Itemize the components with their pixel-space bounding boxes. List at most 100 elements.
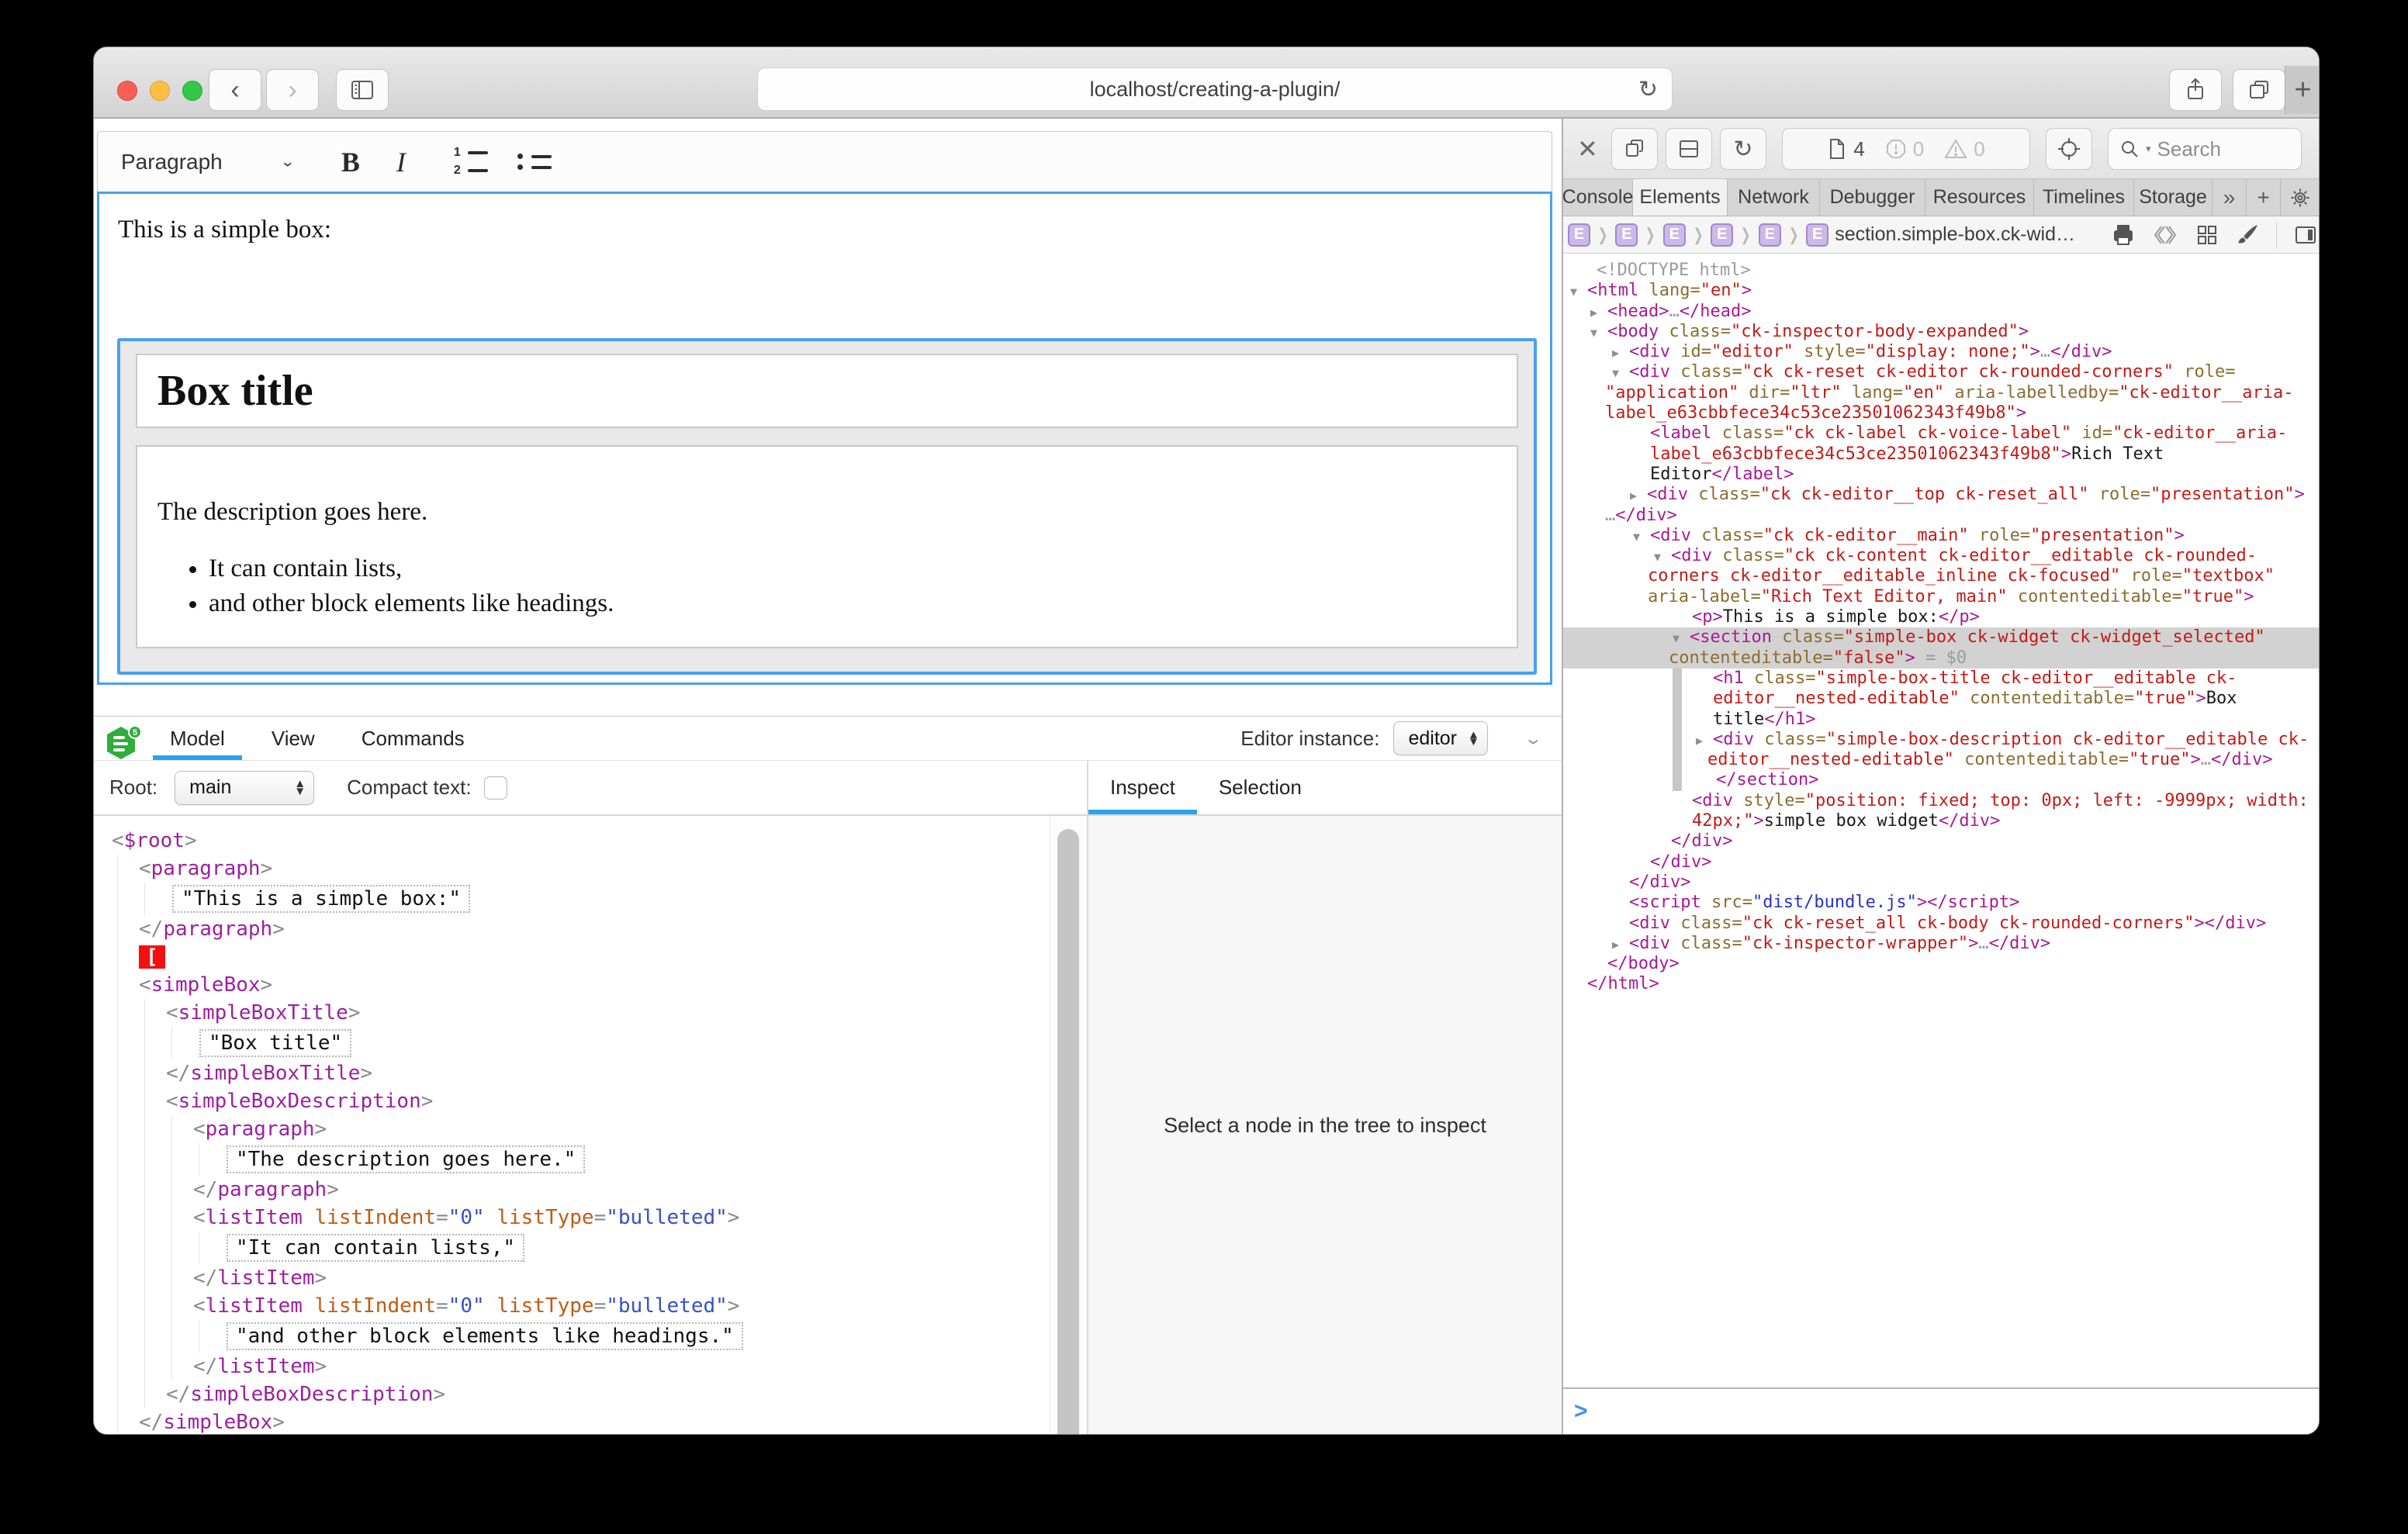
chevron-down-icon[interactable]: ⌄ xyxy=(280,153,296,171)
model-selection-marker[interactable]: [ xyxy=(94,943,1050,971)
collapse-node-icon[interactable]: ▼ xyxy=(1590,323,1597,343)
rich-text-editor[interactable]: This is a simple box: Box title The desc… xyxy=(97,192,1552,685)
model-tag-line[interactable]: </simpleBoxTitle> xyxy=(94,1059,1050,1087)
scrollbar-thumb[interactable] xyxy=(1057,829,1079,1435)
dom-line[interactable]: </div> xyxy=(1563,852,2320,872)
tab-model[interactable]: Model xyxy=(153,717,242,760)
box-description-text[interactable]: The description goes here. xyxy=(157,498,1496,527)
tab-resources[interactable]: Resources xyxy=(1925,179,2034,216)
paragraph-dropdown[interactable]: Paragraph xyxy=(121,150,223,174)
tab-storage[interactable]: Storage xyxy=(2134,179,2213,216)
model-text-node[interactable]: "Box title" xyxy=(94,1027,1050,1059)
dom-line[interactable]: </div> xyxy=(1563,872,2320,893)
dom-line[interactable]: ▼<div class="ck ck-editor__main" role="p… xyxy=(1563,526,2320,546)
tab-debugger[interactable]: Debugger xyxy=(1820,179,1925,216)
new-tab-button[interactable]: + xyxy=(2285,66,2320,114)
dom-line[interactable]: ▶<div class="ck-inspector-wrapper">…</di… xyxy=(1563,934,2320,954)
model-tag-line[interactable]: <$root> xyxy=(94,827,1050,855)
dom-line[interactable]: ▶<div class="simple-box-description ck-e… xyxy=(1563,730,2320,750)
model-tag-line[interactable]: <simpleBoxTitle> xyxy=(94,999,1050,1027)
dom-line[interactable]: ▶<head>…</head> xyxy=(1563,302,2320,322)
dom-line[interactable]: ▼<section class="simple-box ck-widget ck… xyxy=(1563,627,2320,648)
address-bar[interactable]: localhost/creating-a-plugin/ ↻ xyxy=(757,67,1673,111)
dock-bottom-button[interactable] xyxy=(1666,128,1712,170)
model-tag-line[interactable]: <listItem listIndent="0" listType="bulle… xyxy=(94,1292,1050,1320)
dom-line[interactable]: ▼<body class="ck-inspector-body-expanded… xyxy=(1563,322,2320,342)
model-tag-line[interactable]: <simpleBoxDescription> xyxy=(94,1087,1050,1115)
dom-line[interactable]: <label class="ck ck-label ck-voice-label… xyxy=(1563,423,2320,444)
more-tabs-icon[interactable]: » xyxy=(2213,179,2247,216)
element-badge[interactable]: E xyxy=(1663,223,1686,247)
model-tag-line[interactable]: <listItem listIndent="0" listType="bulle… xyxy=(94,1204,1050,1232)
model-tag-line[interactable]: </listItem> xyxy=(94,1264,1050,1292)
dom-line[interactable]: label_e63cbbfece34c53ce23501062343f49b8"… xyxy=(1563,403,2320,423)
breadcrumb-current[interactable]: section.simple-box.ck-wid… xyxy=(1835,223,2075,246)
minimize-window-button[interactable] xyxy=(150,81,170,101)
warning-count[interactable]: 0 xyxy=(1944,137,1984,161)
model-text-node[interactable]: "The description goes here." xyxy=(94,1143,1050,1176)
model-tag-line[interactable]: <paragraph> xyxy=(94,1115,1050,1143)
dom-line[interactable]: </body> xyxy=(1563,954,2320,974)
styles-brush-icon[interactable] xyxy=(2236,223,2259,247)
page-reload-icon[interactable]: ↻ xyxy=(1638,76,1658,103)
dock-side-button[interactable] xyxy=(1611,128,1658,170)
model-tag-line[interactable]: <paragraph> xyxy=(94,855,1050,883)
sidebar-button[interactable] xyxy=(336,69,389,111)
dom-line[interactable]: contenteditable="false"> = $0 xyxy=(1563,648,2320,669)
collapse-node-icon[interactable]: ▼ xyxy=(1673,628,1680,648)
dom-line[interactable]: <div style="position: fixed; top: 0px; l… xyxy=(1563,791,2320,811)
model-tree-scrollbar[interactable] xyxy=(1050,816,1087,1435)
share-button[interactable] xyxy=(2169,69,2222,111)
editor-instance-select[interactable]: editor ▲▼ xyxy=(1393,721,1487,755)
tab-network[interactable]: Network xyxy=(1728,179,1820,216)
dom-line[interactable]: label_e63cbbfece34c53ce23501062343f49b8"… xyxy=(1563,444,2320,465)
add-tab-icon[interactable]: + xyxy=(2247,179,2281,216)
dom-line[interactable]: </div> xyxy=(1563,831,2320,852)
dom-line[interactable]: </section> xyxy=(1563,770,2320,790)
collapse-node-icon[interactable]: ▼ xyxy=(1570,282,1577,302)
collapse-inspector-icon[interactable]: ⌄ xyxy=(1524,728,1543,748)
grid-view-icon[interactable] xyxy=(2195,223,2219,247)
compact-text-checkbox[interactable] xyxy=(484,776,507,800)
frames-issues-group[interactable]: 4 0 0 xyxy=(1782,128,2030,170)
details-sidebar-icon[interactable] xyxy=(2294,223,2317,247)
model-tag-line[interactable]: </simpleBox> xyxy=(94,1408,1050,1435)
dom-line[interactable]: </html> xyxy=(1563,974,2320,994)
bulleted-list-button[interactable] xyxy=(517,132,552,192)
simple-box-widget[interactable]: Box title The description goes here. It … xyxy=(117,338,1537,675)
dom-line[interactable]: "application" dir="ltr" lang="en" aria-l… xyxy=(1563,383,2320,403)
tab-inspect[interactable]: Inspect xyxy=(1088,761,1197,814)
maximize-window-button[interactable] xyxy=(182,81,202,101)
dom-line[interactable]: title</h1> xyxy=(1563,710,2320,730)
collapse-node-icon[interactable]: ▼ xyxy=(1633,527,1640,547)
tab-timelines[interactable]: Timelines xyxy=(2034,179,2134,216)
dom-line[interactable]: 42px;">simple box widget</div> xyxy=(1563,811,2320,831)
box-description-list[interactable]: It can contain lists,and other block ele… xyxy=(209,555,1496,618)
model-tag-line[interactable]: </paragraph> xyxy=(94,1176,1050,1204)
tab-commands[interactable]: Commands xyxy=(344,717,482,760)
dom-line[interactable]: editor__nested-editable" contenteditable… xyxy=(1563,689,2320,709)
model-tag-line[interactable]: </simpleBoxDescription> xyxy=(94,1380,1050,1408)
expand-node-icon[interactable]: ▶ xyxy=(1630,485,1637,506)
expand-node-icon[interactable]: ▶ xyxy=(1696,731,1703,751)
settings-gear-icon[interactable] xyxy=(2281,179,2320,216)
reload-page-button[interactable]: ↻ xyxy=(1720,128,1766,170)
element-badge[interactable]: E xyxy=(1759,223,1781,247)
dom-line[interactable]: ▼<html lang="en"> xyxy=(1563,281,2320,301)
editor-paragraph[interactable]: This is a simple box: xyxy=(118,216,1550,244)
dom-line[interactable]: <p>This is a simple box:</p> xyxy=(1563,607,2320,627)
element-badge[interactable]: E xyxy=(1615,223,1638,247)
element-badge[interactable]: E xyxy=(1711,223,1733,247)
print-icon[interactable] xyxy=(2112,223,2135,247)
tab-selection[interactable]: Selection xyxy=(1197,761,1323,814)
dom-line[interactable]: <div class="ck ck-reset_all ck-body ck-r… xyxy=(1563,914,2320,934)
italic-button[interactable]: I xyxy=(378,132,424,192)
dom-line[interactable]: ▶<div class="ck ck-editor__top ck-reset_… xyxy=(1563,485,2320,505)
dom-line[interactable]: ▼<div class="ck ck-reset ck-editor ck-ro… xyxy=(1563,362,2320,382)
tab-view[interactable]: View xyxy=(254,717,332,760)
expand-node-icon[interactable]: ▶ xyxy=(1612,935,1619,955)
list-item[interactable]: It can contain lists, xyxy=(209,555,1496,583)
dom-line[interactable]: <h1 class="simple-box-title ck-editor__e… xyxy=(1563,669,2320,689)
model-text-node[interactable]: "This is a simple box:" xyxy=(94,883,1050,915)
close-devtools-icon[interactable]: ✕ xyxy=(1577,134,1598,164)
